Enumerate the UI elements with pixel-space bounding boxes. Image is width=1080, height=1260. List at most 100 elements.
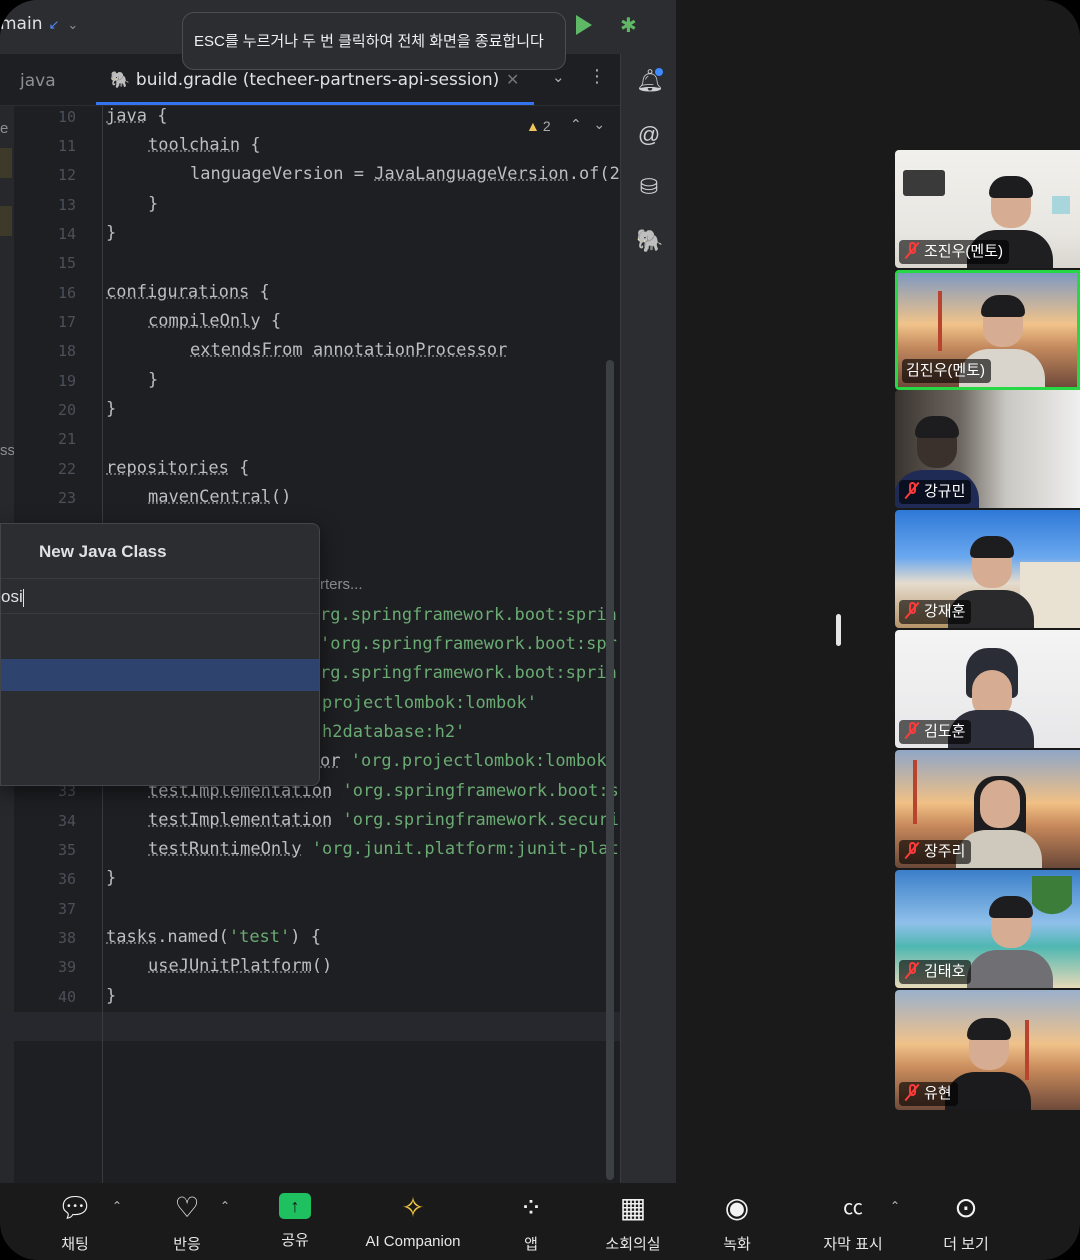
line-number: 11 <box>57 137 76 155</box>
tab-java[interactable]: java <box>20 71 56 91</box>
participant-name-tag: 김진우(멘토) <box>902 359 991 383</box>
debug-icon[interactable]: ✱ <box>620 15 642 37</box>
close-tab-icon[interactable]: ✕ <box>506 70 519 90</box>
chat-options-caret-icon[interactable]: ⌃ <box>112 1199 122 1213</box>
editor-scrollbar[interactable] <box>606 360 614 1180</box>
code-line: extendsFrom annotationProcessor <box>190 340 508 360</box>
database-icon[interactable]: ⛁ <box>636 174 662 200</box>
new-java-class-dialog: New Java Class osi <box>0 523 320 786</box>
participant-name-tag: 유현 <box>899 1082 958 1106</box>
line-number: 16 <box>57 284 76 302</box>
code-fragment: rg.springframework.boot:sprin <box>320 605 617 625</box>
code-fragment: h2database:h2' <box>322 722 466 742</box>
kind-option[interactable] <box>1 624 319 656</box>
participant-tile[interactable]: 조진우(멘토) <box>895 150 1080 268</box>
captions-options-caret-icon[interactable]: ⌃ <box>890 1199 900 1213</box>
split-view-drag-handle[interactable] <box>836 614 841 646</box>
code-line: configurations { <box>106 282 270 302</box>
apps-button[interactable]: ⁘ 앱 <box>486 1183 576 1260</box>
participant-tile[interactable]: 김태호 <box>895 870 1080 988</box>
participant-name: 강재훈 <box>924 603 966 620</box>
participant-tile[interactable]: 김도훈 <box>895 630 1080 748</box>
mic-muted-icon <box>903 601 921 620</box>
more-button[interactable]: ⊙ 더 보기 <box>920 1183 1012 1260</box>
line-number: 13 <box>57 196 76 214</box>
scroll-marker <box>0 148 12 178</box>
code-fragment: rg.springframework.boot:sprin <box>320 663 617 683</box>
reactions-options-caret-icon[interactable]: ⌃ <box>220 1199 230 1213</box>
code-line: } <box>148 194 159 214</box>
captions-label: 자막 표시 <box>823 1236 883 1253</box>
branch-selector[interactable]: main ↙ ⌄ <box>0 14 78 34</box>
branch-arrow-icon: ↙ <box>48 18 60 33</box>
background-frame <box>1052 196 1070 214</box>
line-number: 15 <box>57 254 76 272</box>
participant-name-tag: 강규민 <box>899 480 972 504</box>
participant-tile[interactable]: 장주리 <box>895 750 1080 868</box>
code-line: } <box>106 223 117 243</box>
record-button[interactable]: ◉ 녹화 <box>692 1183 782 1260</box>
screen-frame: main ↙ ⌄ ✱ ESC를 누르거나 두 번 클릭하여 전체 화면을 종료합니다… <box>0 0 1080 1260</box>
chevron-down-icon: ⌄ <box>67 18 79 33</box>
ai-companion-label: AI Companion <box>365 1233 461 1250</box>
fullscreen-exit-tooltip: ESC를 누르거나 두 번 클릭하여 전체 화면을 종료합니다 <box>182 12 566 70</box>
tab-build-gradle[interactable]: 🐘 build.gradle (techeer-partners-api-sess… <box>110 70 499 90</box>
notification-badge <box>655 68 663 76</box>
participant-name-tag: 강재훈 <box>899 600 972 624</box>
tab-list-chevron-icon[interactable]: ⌄ <box>552 68 565 86</box>
line-number: 36 <box>57 870 76 888</box>
code-line: compileOnly { <box>148 311 282 331</box>
chat-label: 채팅 <box>61 1236 89 1253</box>
captions-button[interactable]: ㏄ 자막 표시 <box>806 1183 900 1260</box>
dialog-title: New Java Class <box>39 542 167 561</box>
code-line: } <box>106 868 117 888</box>
kind-option[interactable] <box>1 694 319 726</box>
participant-name: 장주리 <box>924 843 966 860</box>
mic-muted-icon <box>903 961 921 980</box>
participant-name: 김진우(멘토) <box>906 362 985 379</box>
line-number: 23 <box>57 489 76 507</box>
line-number: 18 <box>57 342 76 360</box>
reactions-button[interactable]: ♡ 반응 <box>142 1183 232 1260</box>
ai-companion-button[interactable]: ✧ AI Companion <box>352 1183 474 1260</box>
mic-muted-icon <box>903 841 921 860</box>
mic-muted-icon <box>903 481 921 500</box>
run-icon[interactable] <box>576 15 592 35</box>
ai-assistant-spiral-icon[interactable]: @ <box>636 122 662 148</box>
warning-icon: ▲ <box>526 118 540 134</box>
share-button[interactable]: ↑ 공유 <box>250 1183 340 1260</box>
code-line: testImplementation 'org.springframework.… <box>148 810 619 830</box>
chevron-up-icon[interactable]: ⌃ <box>570 116 582 132</box>
breakout-grid-icon: ▦ <box>619 1192 647 1223</box>
participant-tile-active-speaker[interactable]: 김진우(멘토) <box>895 270 1080 390</box>
kind-option[interactable] <box>1 729 319 761</box>
line-number: 34 <box>57 812 76 830</box>
code-line: useJUnitPlatform() <box>148 956 333 976</box>
code-line: tasks.named('test') { <box>106 927 321 947</box>
line-number: 12 <box>57 166 76 184</box>
chevron-down-icon[interactable]: ⌄ <box>593 116 605 132</box>
participant-name: 조진우(멘토) <box>924 243 1003 260</box>
kind-option-selected[interactable] <box>1 659 319 691</box>
more-vertical-icon[interactable]: ⋮ <box>588 66 606 87</box>
participant-tile[interactable]: 유현 <box>895 990 1080 1110</box>
class-name-input[interactable]: osi <box>1 578 319 614</box>
warning-nav[interactable]: ⌃ ⌄ <box>570 116 605 133</box>
active-tab-underline <box>96 102 534 105</box>
breakout-rooms-button[interactable]: ▦ 소회의실 <box>588 1183 678 1260</box>
more-label: 더 보기 <box>943 1236 989 1253</box>
gradle-elephant-icon[interactable]: 🐘 <box>636 228 663 254</box>
chat-button[interactable]: 💬︎ 채팅 <box>30 1183 120 1260</box>
code-line: languageVersion = JavaLanguageVersion.of… <box>190 164 620 184</box>
line-number: 19 <box>57 372 76 390</box>
line-number: 20 <box>57 401 76 419</box>
warning-count: 2 <box>542 118 551 134</box>
participant-tile[interactable]: 강규민 <box>895 390 1080 508</box>
participant-tile[interactable]: 강재훈 <box>895 510 1080 628</box>
scroll-marker <box>0 206 12 236</box>
participant-name: 김도훈 <box>924 723 966 740</box>
warning-indicator[interactable]: ▲ 2 <box>526 118 551 134</box>
line-number: 14 <box>57 225 76 243</box>
line-number: 39 <box>57 958 76 976</box>
apps-grid-icon: ⁘ <box>519 1192 543 1223</box>
